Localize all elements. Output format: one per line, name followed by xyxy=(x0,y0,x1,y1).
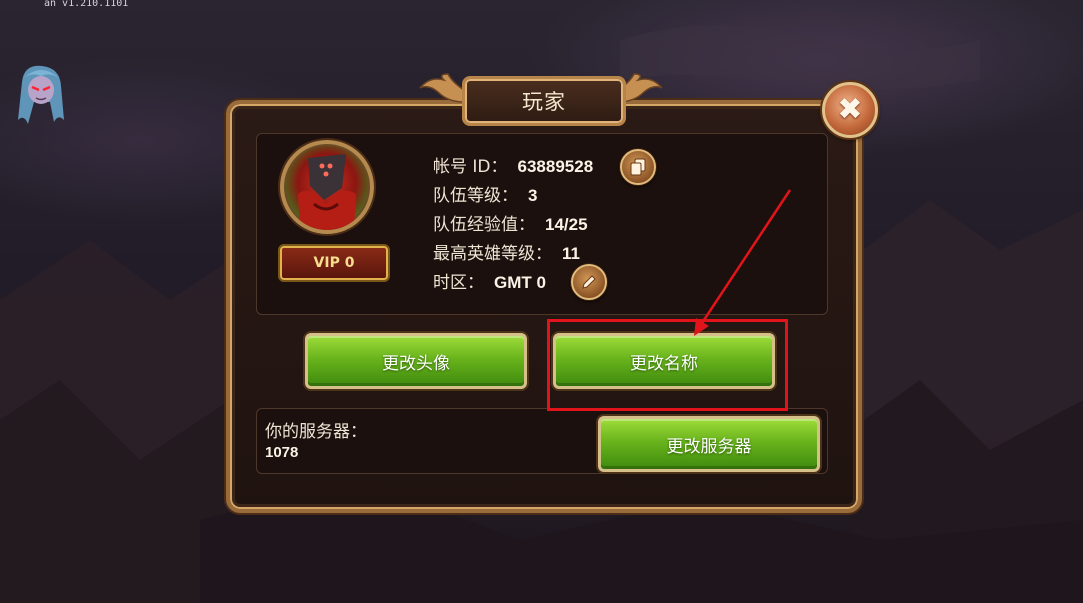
server-label: 你的服务器： xyxy=(265,422,367,442)
close-button[interactable]: ✖ xyxy=(822,82,878,138)
copy-id-button[interactable] xyxy=(620,149,656,185)
timezone-label: 时区： xyxy=(433,273,484,293)
player-portrait[interactable] xyxy=(280,140,374,234)
team-level-label: 队伍等级： xyxy=(433,186,518,206)
hero-portrait-icon xyxy=(298,154,356,230)
player-avatar-mini[interactable] xyxy=(14,62,68,130)
change-server-button[interactable]: 更改服务器 xyxy=(598,416,820,472)
close-icon: ✖ xyxy=(837,92,863,127)
timezone-row: 时区： GMT 0 xyxy=(433,268,546,293)
change-avatar-button[interactable]: 更改头像 xyxy=(305,333,527,389)
team-level-value: 3 xyxy=(528,186,538,205)
max-hero-level-row: 最高英雄等级： 11 xyxy=(433,239,580,264)
edit-timezone-button[interactable] xyxy=(571,264,607,300)
team-exp-value: 14/25 xyxy=(545,215,588,234)
max-hero-level-value: 11 xyxy=(562,244,580,263)
left-wing-ornament xyxy=(419,73,465,103)
team-level-row: 队伍等级： 3 xyxy=(433,181,537,206)
vip-badge[interactable]: VIP 0 xyxy=(280,246,388,280)
pencil-icon xyxy=(582,275,596,289)
team-exp-label: 队伍经验值： xyxy=(433,215,535,235)
timezone-value: GMT 0 xyxy=(494,273,546,292)
account-id-label: 帐号 ID： xyxy=(433,157,508,177)
team-exp-row: 队伍经验值： 14/25 xyxy=(433,210,588,235)
change-server-label: 更改服务器 xyxy=(666,436,752,457)
vip-label: VIP 0 xyxy=(313,255,355,271)
dialog-title: 玩家 xyxy=(522,90,566,114)
version-label: an v1.210.1101 xyxy=(44,0,129,9)
dialog-title-plate: 玩家 xyxy=(462,76,626,126)
account-id-row: 帐号 ID： 63889528 xyxy=(433,152,593,177)
max-hero-level-label: 最高英雄等级： xyxy=(433,244,552,264)
copy-icon xyxy=(630,158,646,176)
account-id-value: 63889528 xyxy=(517,157,594,176)
server-value: 1078 xyxy=(265,444,299,461)
highlight-box xyxy=(547,319,788,411)
change-avatar-label: 更改头像 xyxy=(382,353,450,374)
